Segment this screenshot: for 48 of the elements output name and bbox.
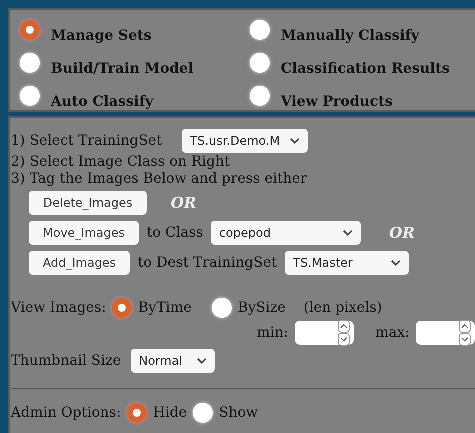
or-label: OR — [389, 224, 415, 242]
spinner-icon — [338, 320, 350, 346]
chevron-icon — [290, 138, 300, 144]
radio-button[interactable] — [193, 403, 214, 423]
radio-button[interactable] — [112, 298, 132, 318]
mode-label: View Products — [281, 94, 393, 110]
step-label: 3) Tag the Images Below and press either — [11, 171, 308, 188]
dest-training-set-select[interactable]: TS.Master — [285, 251, 410, 275]
training-set-select[interactable]: TS.usr.Demo.M — [182, 129, 308, 153]
radio-button[interactable] — [250, 20, 270, 40]
mode-label: Manually Classify — [281, 28, 420, 44]
chevron-icon — [197, 358, 208, 364]
mode-label: Build/Train Model — [51, 61, 194, 77]
max-label: max: — [376, 325, 410, 341]
chevron-icon — [391, 260, 402, 266]
option-label: Show — [219, 405, 258, 421]
max-field[interactable] — [416, 321, 475, 345]
or-label: OR — [171, 194, 197, 212]
chevron-icon — [343, 230, 354, 236]
option-label: Hide — [153, 405, 188, 421]
mode-label: Auto Classify — [51, 94, 154, 110]
step-label: 1) Select TrainingSet — [11, 133, 162, 149]
spinner-icon — [458, 320, 471, 346]
mode-label: Manage Sets — [51, 28, 152, 44]
unit-note: (len pixels) — [304, 300, 382, 316]
mode-label: Classification Results — [281, 61, 450, 77]
radio-button[interactable] — [127, 403, 148, 423]
min-label: min: — [257, 325, 288, 341]
move-images-button[interactable]: Move_Images — [29, 221, 139, 245]
radio-button[interactable] — [20, 20, 40, 40]
radio-button[interactable] — [212, 298, 232, 318]
to-class-label: to Class — [147, 225, 204, 241]
delete-images-button[interactable]: Delete_Images — [29, 191, 147, 215]
to-dest-label: to Dest TrainingSet — [138, 255, 278, 271]
admin-options-label: Admin Options: — [11, 405, 122, 421]
step-label: 2) Select Image Class on Right — [11, 154, 232, 171]
thumbnail-size-select[interactable]: Normal — [131, 349, 216, 373]
radio-button[interactable] — [20, 86, 40, 106]
radio-button[interactable] — [250, 53, 270, 73]
radio-button[interactable] — [20, 53, 40, 73]
view-images-label: View Images: — [11, 300, 106, 316]
min-field[interactable] — [294, 321, 354, 345]
option-label: ByTime — [138, 300, 192, 316]
radio-button[interactable] — [250, 86, 270, 106]
thumbnail-size-label: Thumbnail Size — [11, 353, 122, 369]
add-images-button[interactable]: Add_Images — [29, 251, 130, 275]
class-select[interactable]: copepod — [211, 221, 362, 245]
option-label: BySize — [238, 300, 286, 316]
